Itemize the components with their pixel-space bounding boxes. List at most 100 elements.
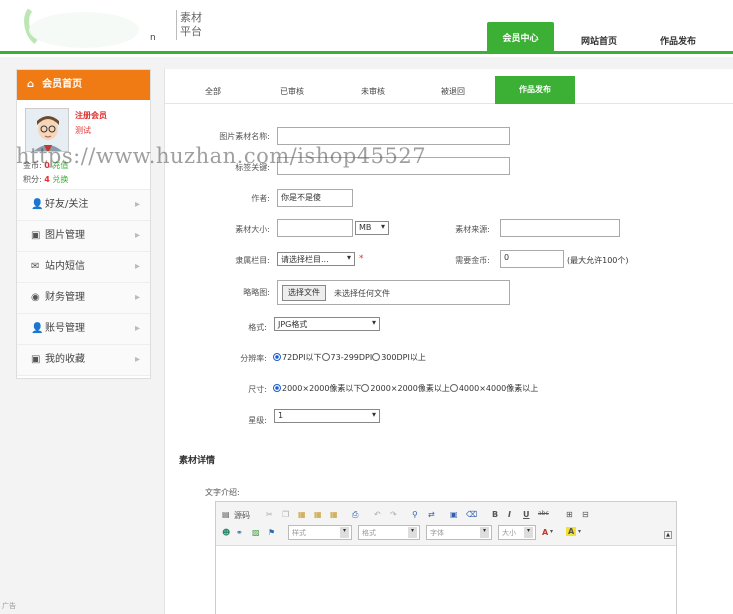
paste-text-icon[interactable]: ▦ [314,510,322,519]
logo-tail-text: n [150,33,156,43]
sidebar-item-messages[interactable]: ✉ 站内短信 ▸ [17,252,150,283]
editor-toolbar: ▤ 源码 ✂ ❐ ▦ ▦ ▦ ⎙ ↶ ↷ ⚲ ⇄ ▣ ⌫ B I U abc ⊞… [216,502,676,546]
tab-rejected[interactable]: 被退回 [441,86,465,97]
keywords-input[interactable] [277,157,510,175]
choose-file-button[interactable]: 选择文件 [282,285,326,301]
radio-resolution-2[interactable] [372,353,381,361]
name-label: 图片素材名称: [219,132,270,141]
format-block-select[interactable]: 格式 ▾ [358,525,420,540]
undo-icon[interactable]: ↶ [374,510,381,519]
level-select[interactable]: 1 ▾ [274,409,380,423]
format-block-placeholder: 格式 [362,529,376,537]
select-all-icon[interactable]: ▣ [450,510,458,519]
sidebar-header[interactable]: ⌂ 会员首页 [17,70,150,100]
tab-pending[interactable]: 未审核 [361,86,385,97]
image-insert-icon[interactable]: ▨ [252,528,260,537]
dimension-option-0: 2000×2000像素以下 [282,384,362,393]
bold-button[interactable]: B [492,510,498,519]
author-field[interactable]: 你是不是傻 [277,189,353,207]
redo-icon[interactable]: ↷ [390,510,397,519]
chevron-right-icon: ▸ [134,292,140,303]
link-icon[interactable]: ⚭ [236,528,243,537]
format-value: JPG格式 [278,320,308,329]
style-select[interactable]: 样式 ▾ [288,525,352,540]
nav-publish-work[interactable]: 作品发布 [660,34,696,47]
points-balance: 积分: 4 兑换 [23,174,68,185]
format-label: 格式: [248,323,267,332]
source-button[interactable]: 源码 [234,510,250,521]
user-name: 测试 [75,126,91,135]
resolution-option-2: 300DPI以上 [381,353,426,362]
tab-publish[interactable]: 作品发布 [495,76,575,104]
sidebar-item-finance[interactable]: ◉ 财务管理 ▸ [17,283,150,314]
remove-format-icon[interactable]: ⌫ [466,510,477,519]
gold-required-input[interactable]: 0 [500,250,564,268]
sidebar-item-label: 我的收藏 [45,354,85,365]
thumbnail-label: 略略图: [243,288,270,297]
size-select[interactable]: 大小 ▾ [498,525,536,540]
strike-button[interactable]: abc [538,510,549,517]
print-icon[interactable]: ⎙ [352,510,358,520]
horizontal-rule-icon[interactable]: ⊟ [582,510,589,519]
resolution-label: 分辨率: [240,354,267,363]
radio-resolution-0[interactable] [273,353,281,361]
paste-icon[interactable]: ▦ [298,510,306,519]
replace-icon[interactable]: ⇄ [428,510,435,519]
chevron-down-icon[interactable]: ▾ [578,528,581,535]
chevron-down-icon: ▾ [371,410,376,419]
image-icon: ▣ [31,230,41,241]
sidebar-item-images[interactable]: ▣ 图片管理 ▸ [17,221,150,252]
avatar[interactable] [25,108,69,152]
sidebar-item-friends[interactable]: 👤 好友/关注 ▸ [17,190,150,221]
expand-icon[interactable]: ▲ [664,531,672,539]
status-tabs: 全部 已审核 未审核 被退回 作品发布 [165,69,733,104]
underline-button[interactable]: U [523,510,530,519]
copy-icon[interactable]: ❐ [282,510,289,519]
tab-all[interactable]: 全部 [205,86,221,97]
size-input[interactable] [277,219,353,237]
sidebar-item-account[interactable]: 👤 账号管理 ▸ [17,314,150,345]
home-icon: ⌂ [27,79,35,90]
radio-dimension-1[interactable] [361,384,370,392]
table-icon[interactable]: ⊞ [566,510,573,519]
paste-word-icon[interactable]: ▦ [330,510,338,519]
name-input[interactable] [277,127,510,145]
flag-icon[interactable]: ⚑ [268,528,275,537]
file-status: 未选择任何文件 [334,289,390,298]
smiley-icon[interactable]: ☻ [222,528,230,537]
ad-label: 广告 [2,602,16,610]
chevron-right-icon: ▸ [134,230,140,241]
sidebar: ⌂ 会员首页 注册会员 测试 金币: 0 充值 积分: 4 兑换 👤 好友/关注… [16,69,151,379]
keywords-label: 标签关键: [235,163,270,172]
source-icon[interactable]: ▤ [222,510,230,519]
radio-resolution-1[interactable] [321,353,330,361]
nav-site-home[interactable]: 网站首页 [581,34,617,47]
size-unit-value: MB [359,223,372,232]
format-select[interactable]: JPG格式 ▾ [274,317,380,331]
user-role: 注册会员 [75,111,107,120]
recharge-link[interactable]: 充值 [52,161,68,170]
file-upload: 选择文件 未选择任何文件 [277,280,510,305]
category-select[interactable]: 请选择栏目... ▾ [277,252,355,266]
radio-dimension-0[interactable] [273,384,281,392]
radio-dimension-2[interactable] [449,384,458,392]
find-icon[interactable]: ⚲ [412,510,418,519]
sidebar-item-label: 站内短信 [45,261,85,272]
nav-member-center[interactable]: 会员中心 [487,22,554,54]
user-plus-icon: 👤 [31,199,44,210]
sidebar-item-favorites[interactable]: ▣ 我的收藏 ▸ [17,345,150,376]
money-bag-icon: ◉ [31,292,40,303]
chevron-down-icon[interactable]: ▾ [550,528,553,535]
gold-required-label: 需要金币: [455,256,490,265]
italic-button[interactable]: I [508,510,511,519]
tab-approved[interactable]: 已审核 [280,86,304,97]
exchange-link[interactable]: 兑换 [52,175,68,184]
cut-icon[interactable]: ✂ [266,510,273,519]
size-unit-select[interactable]: MB ▾ [355,221,389,235]
chevron-down-icon: ▾ [524,527,533,538]
bg-color-button[interactable]: A [566,527,577,536]
source-input[interactable] [500,219,620,237]
chevron-down-icon: ▾ [408,527,417,538]
font-select[interactable]: 字体 ▾ [426,525,492,540]
font-color-button[interactable]: A [542,528,548,537]
